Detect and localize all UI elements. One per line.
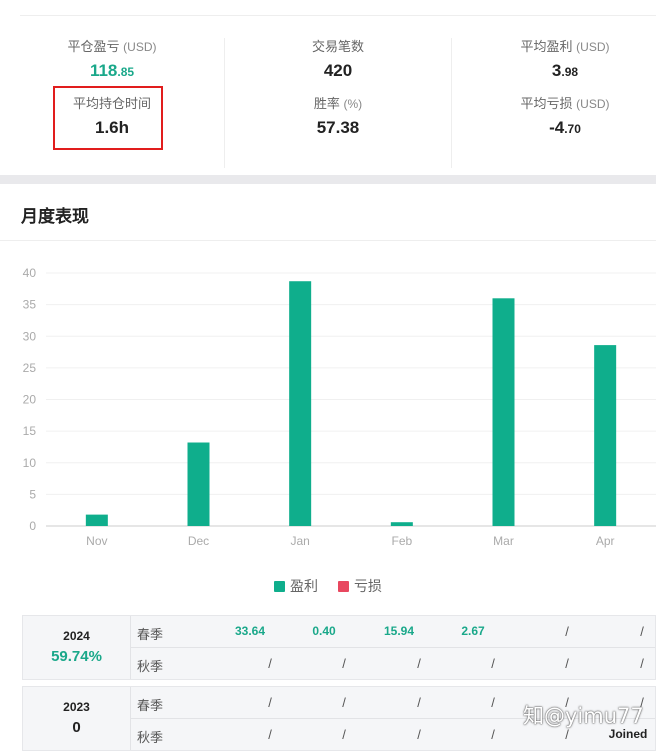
legend-swatch-loss bbox=[337, 581, 349, 592]
season-table-2024: 2024 59.74% 春季 33.64 0.40 15.94 2.67 / /… bbox=[22, 615, 656, 680]
stat-pnl-label: 平仓盈亏 (USD) bbox=[67, 39, 157, 54]
season-label: 秋季 bbox=[137, 730, 164, 745]
season-cell: / bbox=[342, 656, 346, 671]
bar bbox=[492, 298, 515, 526]
legend-swatch-profit bbox=[274, 581, 286, 592]
chart-legend: 盈利 亏损 bbox=[0, 576, 656, 596]
year-label: 2023 bbox=[63, 700, 90, 714]
stats-divider-1 bbox=[224, 38, 225, 168]
season-cell: 2.67 bbox=[461, 624, 485, 638]
stat-win-rate-label: 胜率 (%) bbox=[313, 96, 363, 111]
legend-item-loss[interactable]: 亏损 bbox=[337, 576, 382, 596]
x-tick-label: Apr bbox=[596, 534, 615, 548]
season-label: 秋季 bbox=[137, 659, 164, 674]
season-cell: / bbox=[640, 624, 644, 639]
season-cell: / bbox=[417, 656, 421, 671]
season-cell: / bbox=[491, 727, 495, 742]
y-tick-label: 30 bbox=[23, 329, 37, 343]
watermark: 知@yimu77 bbox=[523, 704, 644, 728]
stat-trades-value: 420 bbox=[323, 61, 353, 80]
season-cell: / bbox=[268, 695, 272, 710]
season-cell: / bbox=[342, 727, 346, 742]
year-rate: 59.74% bbox=[51, 648, 102, 665]
y-tick-label: 40 bbox=[23, 266, 37, 280]
season-cell: / bbox=[491, 695, 495, 710]
highlight-annotation-box bbox=[53, 86, 163, 150]
stat-avg-profit: 平均盈利 (USD) 3.98 bbox=[465, 38, 656, 85]
stat-win-rate-value: 57.38 bbox=[316, 118, 360, 137]
season-row: 春季 33.64 0.40 15.94 2.67 / / bbox=[131, 616, 655, 648]
stat-trades-label: 交易笔数 bbox=[311, 39, 364, 54]
legend-label-loss: 亏损 bbox=[353, 578, 382, 594]
section-band bbox=[0, 175, 656, 184]
season-label: 春季 bbox=[137, 698, 164, 713]
season-cell: / bbox=[565, 624, 569, 639]
bar bbox=[390, 522, 413, 526]
season-cell: / bbox=[268, 727, 272, 742]
monthly-bar-chart: 0 5 10 15 20 25 30 35 40 Nov Dec Jan Feb Mar Apr bbox=[23, 266, 656, 548]
season-cell: / bbox=[417, 727, 421, 742]
season-cell: / bbox=[417, 695, 421, 710]
stat-trades: 交易笔数 420 bbox=[238, 38, 438, 84]
year-cell: 2023 0 bbox=[23, 687, 131, 750]
bar bbox=[594, 345, 617, 526]
season-cell: 33.64 bbox=[234, 624, 266, 638]
y-tick-label: 0 bbox=[29, 519, 36, 533]
stat-avg-loss-value: -4.70 bbox=[549, 118, 581, 137]
season-cell: 15.94 bbox=[383, 624, 415, 638]
season-cell: / bbox=[565, 656, 569, 671]
season-row: 秋季 / / / / / / bbox=[131, 648, 655, 680]
x-tick-label: Mar bbox=[493, 534, 514, 548]
season-cell: / bbox=[491, 656, 495, 671]
y-tick-label: 10 bbox=[23, 456, 37, 470]
section-divider bbox=[0, 240, 656, 241]
bar bbox=[289, 281, 312, 526]
y-tick-label: 35 bbox=[23, 298, 37, 312]
season-cell: / bbox=[342, 695, 346, 710]
season-cell: / bbox=[268, 656, 272, 671]
y-tick-label: 25 bbox=[23, 361, 37, 375]
stat-avg-loss-label: 平均亏损 (USD) bbox=[520, 96, 610, 111]
stat-avg-profit-value: 3.98 bbox=[551, 61, 579, 80]
season-cell: 0.40 bbox=[312, 624, 336, 638]
y-tick-label: 20 bbox=[23, 393, 37, 407]
bar bbox=[187, 442, 210, 526]
x-tick-label: Nov bbox=[86, 534, 107, 548]
x-tick-label: Jan bbox=[290, 534, 309, 548]
y-tick-label: 5 bbox=[29, 487, 36, 501]
season-label: 春季 bbox=[137, 627, 164, 642]
season-cell: / bbox=[640, 656, 644, 671]
year-cell: 2024 59.74% bbox=[23, 616, 131, 679]
legend-label-profit: 盈利 bbox=[290, 578, 319, 594]
year-rate: 0 bbox=[72, 719, 81, 736]
x-tick-label: Feb bbox=[391, 534, 412, 548]
stat-pnl-value: 118.85 bbox=[89, 61, 135, 80]
bar bbox=[85, 514, 108, 526]
stat-avg-profit-label: 平均盈利 (USD) bbox=[520, 39, 610, 54]
section-title: 月度表现 bbox=[21, 207, 89, 226]
x-tick-label: Dec bbox=[188, 534, 209, 548]
stat-pnl: 平仓盈亏 (USD) 118.85 bbox=[12, 38, 212, 85]
stat-win-rate: 胜率 (%) 57.38 bbox=[238, 95, 438, 141]
legend-item-profit[interactable]: 盈利 bbox=[274, 576, 318, 596]
year-label: 2024 bbox=[63, 629, 90, 643]
y-tick-label: 15 bbox=[23, 424, 37, 438]
stats-divider-2 bbox=[451, 38, 452, 168]
stat-avg-loss: 平均亏损 (USD) -4.70 bbox=[465, 95, 656, 142]
